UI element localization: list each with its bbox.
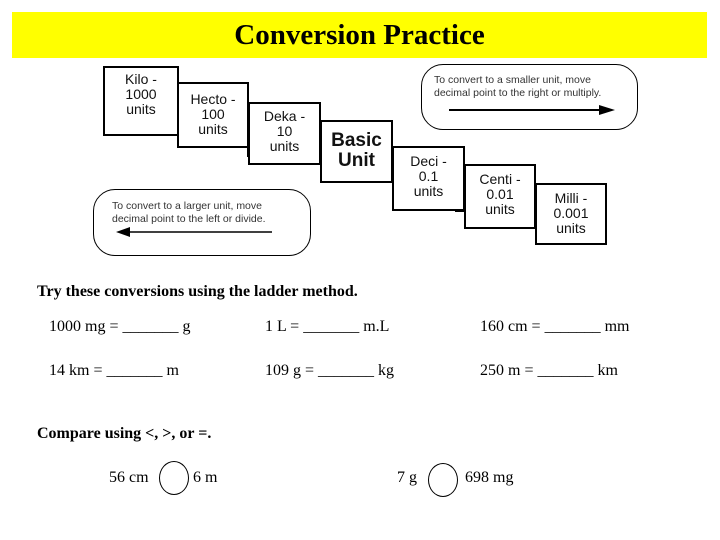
compare-right-value: 6 m [193, 469, 218, 486]
step-prefix: Kilo - [125, 71, 157, 87]
step-unit: units [413, 183, 444, 199]
title-banner: Conversion Practice [12, 12, 707, 58]
compare-left-value: 56 cm [109, 469, 149, 486]
step-prefix: Basic [331, 130, 382, 151]
callout-line: To convert to a smaller unit, move [434, 74, 591, 86]
callout-smaller-unit: To convert to a smaller unit, move decim… [421, 64, 638, 130]
step-value: 0.1 [418, 168, 439, 184]
compare-heading: Compare using <, >, or =. [37, 425, 212, 442]
step-prefix: Milli - [554, 190, 588, 206]
step-prefix: Deci - [410, 153, 447, 169]
step-unit: units [485, 201, 515, 217]
problem-item: 14 km = _______ m [49, 362, 179, 379]
step-value: Unit [338, 150, 375, 171]
ladder-step-milli: Milli - 0.001 units [535, 183, 607, 245]
conversions-heading: Try these conversions using the ladder m… [37, 283, 358, 300]
callout-line: decimal point to the left or divide. [112, 213, 266, 225]
callout-line: decimal point to the right or multiply. [434, 87, 602, 99]
step-unit: units [269, 138, 300, 154]
compare-answer-circle[interactable] [428, 463, 458, 497]
ladder-step-centi: Centi - 0.01 units [464, 164, 536, 229]
step-prefix: Deka - [263, 108, 306, 124]
step-unit: units [556, 220, 586, 236]
page-title: Conversion Practice [234, 18, 485, 51]
problem-item: 250 m = _______ km [480, 362, 618, 379]
callout-text: To convert to a smaller unit, move decim… [434, 74, 629, 100]
step-value: 0.001 [553, 205, 589, 221]
step-unit: units [198, 121, 228, 137]
step-value: 1000 [125, 86, 157, 102]
step-prefix: Hecto - [190, 91, 236, 107]
step-value: 0.01 [486, 186, 514, 202]
problem-item: 1000 mg = _______ g [49, 318, 191, 335]
callout-larger-unit: To convert to a larger unit, move decima… [93, 189, 311, 256]
step-prefix: Centi - [479, 171, 521, 187]
ladder-step-deka: Deka - 10 units [248, 102, 321, 165]
ladder-step-kilo: Kilo - 1000 units [103, 66, 179, 136]
compare-answer-circle[interactable] [159, 461, 189, 495]
ladder-step-basic: Basic Unit [320, 120, 393, 183]
ladder-step-deci: Deci - 0.1 units [392, 146, 465, 211]
arrow-left-icon [116, 227, 272, 237]
callout-line: To convert to a larger unit, move [112, 200, 262, 212]
problem-item: 160 cm = _______ mm [480, 318, 630, 335]
problem-item: 1 L = _______ m.L [265, 318, 390, 335]
ladder-step-hecto: Hecto - 100 units [177, 82, 249, 148]
arrow-right-icon [449, 105, 615, 115]
step-value: 10 [276, 123, 293, 139]
compare-right-value: 698 mg [465, 469, 514, 486]
callout-text: To convert to a larger unit, move decima… [112, 200, 302, 226]
problem-item: 109 g = _______ kg [265, 362, 395, 379]
step-value: 100 [201, 106, 225, 122]
compare-left-value: 7 g [397, 469, 417, 486]
step-unit: units [126, 101, 156, 117]
